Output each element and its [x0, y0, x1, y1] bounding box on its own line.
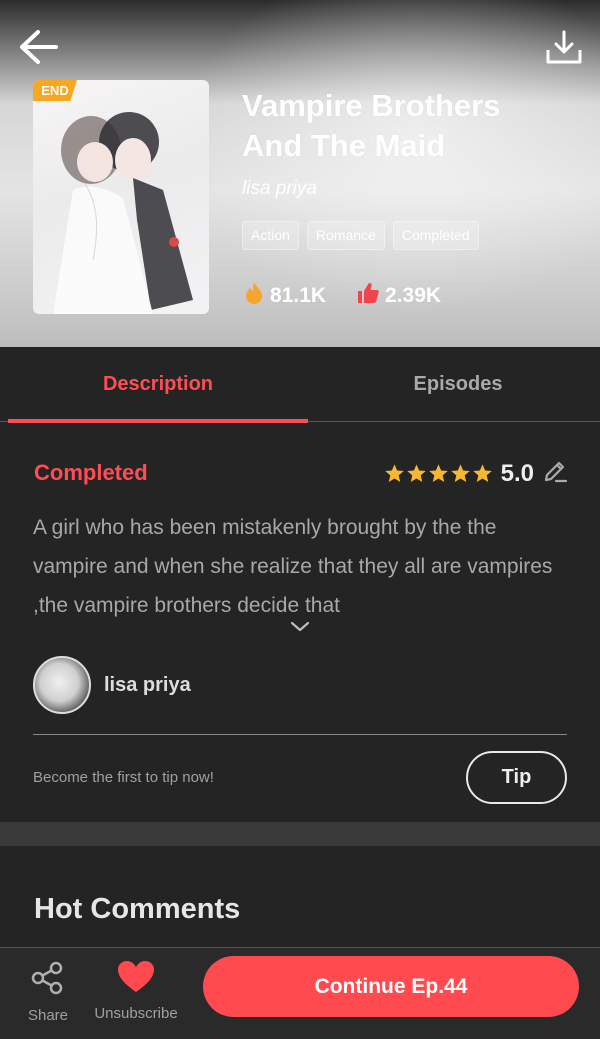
status-label: Completed	[34, 460, 148, 485]
star-icon	[428, 464, 448, 482]
rating-stars	[384, 463, 493, 484]
views-count: 81.1K	[270, 284, 327, 307]
tip-prompt: Become the first to tip now!	[33, 769, 214, 786]
tab-episodes[interactable]: Episodes	[308, 347, 600, 422]
star-icon	[406, 464, 426, 482]
rating-value: 5.0	[500, 459, 534, 487]
tip-button[interactable]: Tip	[466, 751, 567, 804]
active-tab-indicator	[8, 419, 308, 423]
star-icon	[384, 464, 404, 482]
hot-comments-heading: Hot Comments	[34, 893, 241, 925]
book-stats: 81.1K 2.39K	[243, 281, 441, 311]
author-name: lisa priya	[104, 673, 191, 696]
genre-tag[interactable]: Action	[242, 221, 299, 250]
section-divider	[0, 822, 600, 846]
fire-icon	[243, 281, 265, 311]
pencil-icon[interactable]	[542, 458, 568, 489]
unsubscribe-label: Unsubscribe	[94, 1005, 178, 1022]
genre-tag[interactable]: Romance	[306, 221, 385, 250]
description-text: A girl who has been mistakenly brought b…	[33, 516, 553, 617]
views-stat: 81.1K	[243, 281, 326, 311]
likes-stat: 2.39K	[356, 281, 441, 311]
share-label: Share	[27, 1007, 69, 1024]
divider	[33, 734, 567, 735]
genre-tag[interactable]: Completed	[392, 221, 479, 250]
continue-reading-button[interactable]: Continue Ep.44	[203, 956, 579, 1017]
thumbs-up-icon	[356, 281, 380, 311]
content-tabs: Description Episodes	[0, 347, 600, 422]
unsubscribe-button[interactable]: Unsubscribe	[86, 960, 186, 1022]
chevron-down-icon[interactable]	[287, 618, 313, 636]
book-cover[interactable]: END	[33, 80, 209, 314]
cover-illustration	[53, 112, 193, 314]
download-icon[interactable]	[544, 28, 584, 68]
end-badge: END	[33, 80, 77, 101]
genre-tags: Action Romance Completed	[242, 221, 479, 250]
avatar	[33, 656, 91, 714]
book-header: END Vampire Brothers And The Maid lisa p…	[0, 0, 600, 347]
book-author[interactable]: lisa priya	[242, 178, 317, 200]
share-icon	[30, 961, 66, 1000]
likes-count: 2.39K	[385, 284, 442, 307]
author-row[interactable]: lisa priya	[33, 656, 191, 714]
star-icon	[450, 464, 470, 482]
rating[interactable]: 5.0	[384, 458, 568, 489]
book-title: Vampire Brothers And The Maid	[242, 88, 501, 163]
heart-icon	[117, 961, 155, 998]
star-icon	[472, 464, 492, 482]
tab-description[interactable]: Description	[8, 347, 308, 422]
share-button[interactable]: Share	[22, 960, 74, 1024]
back-arrow-icon[interactable]	[18, 28, 60, 66]
